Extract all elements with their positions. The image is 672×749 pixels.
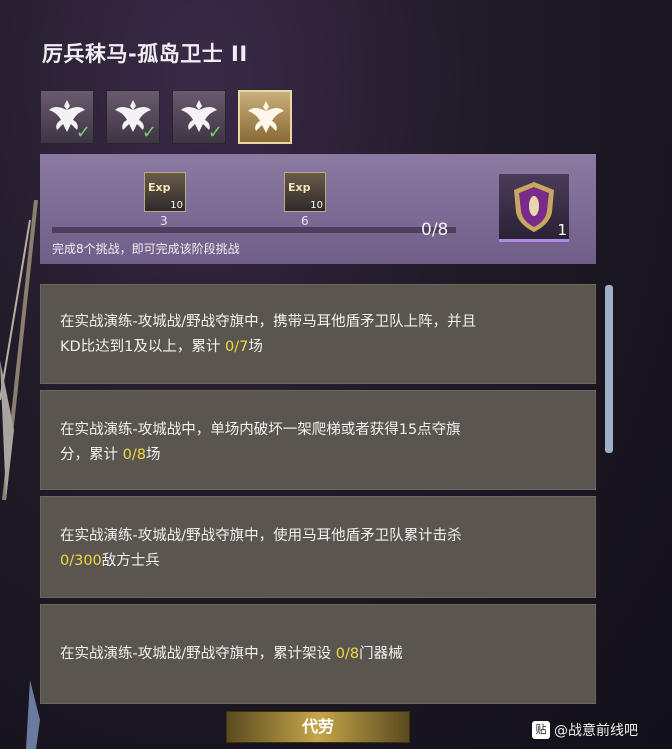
check-icon: ✓ xyxy=(141,122,157,143)
reward-quantity: 10 xyxy=(170,200,183,211)
challenge-text: 在实战演练-攻城战中，单场内破坏一架爬梯或者获得15点夺旗 xyxy=(60,422,461,438)
spear-decoration xyxy=(0,200,40,749)
stage-reward-panel: Exp 10 3 Exp 10 6 0/8 完成8个挑战，即可完成该阶段挑战 1 xyxy=(40,154,596,264)
challenge-list-scrollbar[interactable] xyxy=(605,285,613,453)
challenge-text: 在实战演练-攻城战/野战夺旗中，使用马耳他盾矛卫队累计击杀 xyxy=(60,528,462,544)
exp-book-icon: Exp xyxy=(148,181,171,194)
exp-book-icon: Exp xyxy=(288,181,311,194)
challenge-progress: 0/300 xyxy=(60,553,102,569)
challenge-text: 在实战演练-攻城战/野战夺旗中，累计架设 xyxy=(60,646,336,662)
challenge-text: 门器械 xyxy=(359,646,403,662)
milestone-reward-1[interactable]: Exp 10 xyxy=(144,172,186,212)
tier-4-tab[interactable] xyxy=(238,90,292,144)
stage-hint: 完成8个挑战，即可完成该阶段挑战 xyxy=(52,242,240,256)
challenge-progress: 0/8 xyxy=(335,646,360,662)
challenge-progress: 0/8 xyxy=(122,447,146,463)
check-icon: ✓ xyxy=(207,122,223,143)
watermark: 贴 @战意前线吧 xyxy=(532,720,638,740)
challenge-item[interactable]: 在实战演练-攻城战中，单场内破坏一架爬梯或者获得15点夺旗 分，累计 0/8场 xyxy=(40,390,596,490)
tier-1-tab[interactable]: ✓ xyxy=(40,90,94,144)
check-icon: ✓ xyxy=(75,122,91,143)
challenge-item[interactable]: 在实战演练-攻城战/野战夺旗中，使用马耳他盾矛卫队累计击杀 0/300敌方士兵 xyxy=(40,496,596,598)
final-reward[interactable]: 1 xyxy=(499,174,569,242)
stage-progress-text: 0/8 xyxy=(421,220,449,240)
challenge-text: 场 xyxy=(248,339,263,355)
tier-3-tab[interactable]: ✓ xyxy=(172,90,226,144)
proxy-complete-button[interactable]: 代劳 xyxy=(226,711,410,743)
proxy-button-label: 代劳 xyxy=(301,717,334,736)
challenge-text: 在实战演练-攻城战/野战夺旗中，携带马耳他盾矛卫队上阵，并且 xyxy=(60,314,477,330)
challenge-progress: 0/7 xyxy=(225,339,249,355)
tier-selector: ✓ ✓ ✓ xyxy=(40,90,292,144)
challenge-text: KD比达到1及以上，累计 xyxy=(60,339,226,355)
milestone-threshold: 6 xyxy=(301,214,309,228)
challenge-text: 敌方士兵 xyxy=(101,553,160,569)
challenge-text: 分，累计 xyxy=(60,447,123,463)
milestone-reward-2[interactable]: Exp 10 xyxy=(284,172,326,212)
challenge-item[interactable]: 在实战演练-攻城战/野战夺旗中，携带马耳他盾矛卫队上阵，并且 KD比达到1及以上… xyxy=(40,284,596,384)
reward-quantity: 1 xyxy=(557,221,567,239)
shield-emblem-icon xyxy=(514,182,554,232)
stage-progress-bar xyxy=(52,227,456,233)
challenge-text: 场 xyxy=(145,447,161,463)
eagle-crest-icon xyxy=(248,101,284,133)
milestone-threshold: 3 xyxy=(160,214,168,228)
tieba-badge-icon: 贴 xyxy=(532,721,550,739)
page-title: 厉兵秣马-孤岛卫士 II xyxy=(42,42,248,66)
challenge-item[interactable]: 在实战演练-攻城战/野战夺旗中，累计架设 0/8门器械 xyxy=(40,604,596,704)
tier-2-tab[interactable]: ✓ xyxy=(106,90,160,144)
reward-quantity: 10 xyxy=(310,200,323,211)
watermark-text: @战意前线吧 xyxy=(554,723,638,739)
